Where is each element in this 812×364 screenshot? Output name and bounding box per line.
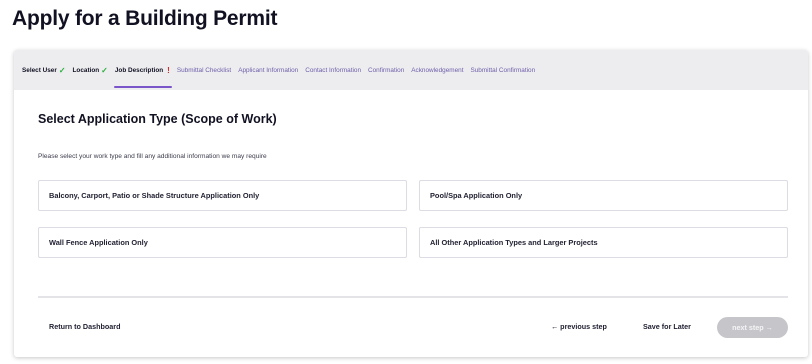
previous-step-button[interactable]: ← previous step [551,322,607,331]
option-all-other-types[interactable]: All Other Application Types and Larger P… [419,227,788,258]
step-applicant-information[interactable]: Applicant Information [238,50,298,90]
step-label: Submittal Checklist [176,66,232,74]
footer-divider [38,296,788,298]
next-step-button[interactable]: next step → [717,317,788,338]
page-title: Apply for a Building Permit [12,7,278,30]
application-card: Select User ✓ Location ✓ Job Description… [14,50,808,357]
return-to-dashboard-link[interactable]: Return to Dashboard [49,322,120,331]
option-wall-fence[interactable]: Wall Fence Application Only [38,227,407,258]
step-submittal-confirmation[interactable]: Submittal Confirmation [470,50,535,90]
progress-stepper: Select User ✓ Location ✓ Job Description… [14,50,808,90]
step-label: Location [72,66,100,74]
option-label: Pool/Spa Application Only [430,191,523,200]
step-label: Confirmation [368,66,405,74]
option-label: Wall Fence Application Only [49,238,148,247]
step-select-user[interactable]: Select User ✓ [22,50,66,90]
save-for-later-button[interactable]: Save for Later [643,322,691,331]
checkmark-icon: ✓ [58,65,66,75]
option-label: All Other Application Types and Larger P… [430,238,598,247]
current-step-indicator [113,86,172,88]
option-label: Balcony, Carport, Patio or Shade Structu… [49,191,260,200]
step-label: Contact Information [305,66,362,74]
option-pool-spa[interactable]: Pool/Spa Application Only [419,180,788,211]
step-label: Submittal Confirmation [470,66,536,74]
step-acknowledgement[interactable]: Acknowledgement [411,50,463,90]
step-label: Job Description [114,66,164,74]
option-balcony-carport-patio-shade[interactable]: Balcony, Carport, Patio or Shade Structu… [38,180,407,211]
step-submittal-checklist[interactable]: Submittal Checklist [177,50,231,90]
step-contact-information[interactable]: Contact Information [305,50,361,90]
step-confirmation[interactable]: Confirmation [368,50,404,90]
step-label: Applicant Information [238,66,299,74]
section-description: Please select your work type and fill an… [38,153,267,160]
step-job-description[interactable]: Job Description ! [113,50,172,90]
step-label: Select User [22,66,57,74]
step-label: Acknowledgement [411,66,464,74]
section-title: Select Application Type (Scope of Work) [38,112,277,126]
checkmark-icon: ✓ [101,65,108,75]
alert-icon: ! [167,65,170,75]
step-location[interactable]: Location ✓ [73,50,108,90]
